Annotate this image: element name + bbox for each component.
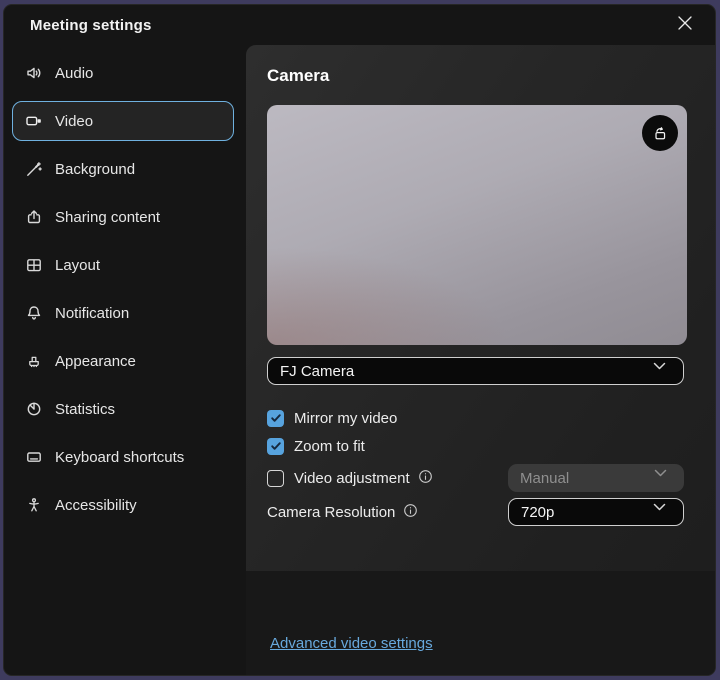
camera-device-value: FJ Camera [280, 363, 354, 380]
share-upload-icon [25, 208, 43, 226]
settings-content: Camera FJ Camera [246, 45, 715, 675]
sidebar-item-label: Statistics [55, 401, 115, 418]
sidebar-item-keyboard-shortcuts[interactable]: Keyboard shortcuts [12, 437, 234, 477]
sidebar-item-label: Sharing content [55, 209, 160, 226]
dialog-titlebar: Meeting settings [4, 5, 715, 45]
video-camera-icon [25, 112, 43, 130]
info-icon[interactable] [418, 469, 436, 487]
camera-resolution-value: 720p [521, 504, 554, 521]
camera-options: Mirror my video Zoom to fit Video adjust… [267, 408, 684, 526]
camera-device-select[interactable]: FJ Camera [267, 357, 684, 385]
sidebar-item-layout[interactable]: Layout [12, 245, 234, 285]
settings-sidebar: Audio Video Background Sharing content [4, 45, 246, 675]
sidebar-item-video[interactable]: Video [12, 101, 234, 141]
sidebar-item-audio[interactable]: Audio [12, 53, 234, 93]
sidebar-item-statistics[interactable]: Statistics [12, 389, 234, 429]
sidebar-item-sharing-content[interactable]: Sharing content [12, 197, 234, 237]
close-button[interactable] [673, 11, 701, 39]
speaker-icon [25, 64, 43, 82]
mirror-my-video-label: Mirror my video [294, 410, 397, 427]
sidebar-item-label: Video [55, 113, 93, 130]
camera-resolution-select[interactable]: 720p [508, 498, 684, 526]
sidebar-item-label: Layout [55, 257, 100, 274]
video-adjustment-row: Video adjustment Manual [267, 464, 684, 492]
video-adjustment-mode-value: Manual [520, 470, 569, 487]
mirror-my-video-row: Mirror my video [267, 408, 684, 428]
sidebar-item-background[interactable]: Background [12, 149, 234, 189]
sidebar-item-appearance[interactable]: Appearance [12, 341, 234, 381]
info-icon[interactable] [403, 503, 421, 521]
video-adjustment-mode-select: Manual [508, 464, 684, 492]
sidebar-item-label: Audio [55, 65, 93, 82]
chevron-down-icon [654, 469, 672, 487]
dialog-body: Audio Video Background Sharing content [4, 45, 715, 675]
sidebar-item-label: Background [55, 161, 135, 178]
zoom-to-fit-row: Zoom to fit [267, 436, 684, 456]
meeting-settings-dialog: Meeting settings Audio Video [3, 4, 716, 676]
close-icon [678, 16, 696, 34]
sidebar-item-label: Keyboard shortcuts [55, 449, 184, 466]
video-settings-panel: Camera FJ Camera [246, 45, 715, 571]
accessibility-icon [25, 496, 43, 514]
mirror-my-video-checkbox[interactable] [267, 410, 284, 427]
dialog-title: Meeting settings [30, 17, 152, 34]
camera-preview [267, 105, 687, 345]
sidebar-item-label: Notification [55, 305, 129, 322]
video-adjustment-checkbox[interactable] [267, 470, 284, 487]
advanced-video-settings-link[interactable]: Advanced video settings [270, 635, 433, 652]
paint-brush-icon [25, 352, 43, 370]
sidebar-item-label: Accessibility [55, 497, 137, 514]
zoom-to-fit-checkbox[interactable] [267, 438, 284, 455]
chevron-down-icon [653, 362, 671, 380]
sidebar-item-notification[interactable]: Notification [12, 293, 234, 333]
rotate-camera-icon [651, 124, 669, 142]
video-adjustment-label: Video adjustment [294, 470, 410, 487]
camera-heading: Camera [267, 65, 715, 87]
panel-footer: Advanced video settings [246, 571, 715, 675]
grid-layout-icon [25, 256, 43, 274]
bell-icon [25, 304, 43, 322]
rotate-camera-button[interactable] [642, 115, 678, 151]
magic-wand-icon [25, 160, 43, 178]
sidebar-item-accessibility[interactable]: Accessibility [12, 485, 234, 525]
keyboard-icon [25, 448, 43, 466]
zoom-to-fit-label: Zoom to fit [294, 438, 365, 455]
sidebar-item-label: Appearance [55, 353, 136, 370]
camera-resolution-row: Camera Resolution 720p [267, 498, 684, 526]
chevron-down-icon [653, 503, 671, 521]
pie-chart-icon [25, 400, 43, 418]
camera-resolution-label: Camera Resolution [267, 504, 395, 521]
